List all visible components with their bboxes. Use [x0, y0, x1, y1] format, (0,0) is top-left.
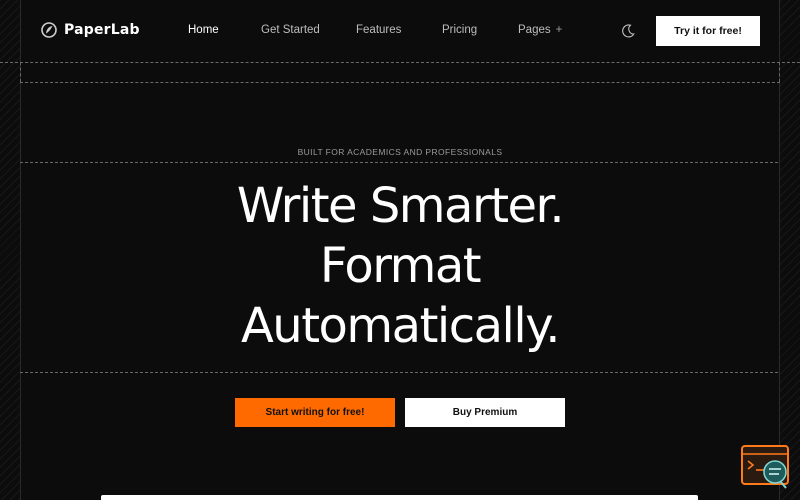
paperlab-logo-icon	[41, 22, 57, 38]
divider-top	[0, 62, 800, 63]
start-writing-button[interactable]: Start writing for free!	[235, 398, 395, 427]
plus-icon: +	[555, 24, 563, 36]
hero-headline: Write Smarter. Format Automatically.	[0, 176, 800, 356]
divider-right-tick	[779, 62, 780, 82]
nav-link-pages-label: Pages	[518, 24, 551, 36]
nav-link-home[interactable]: Home	[188, 24, 219, 36]
nav-link-get-started[interactable]: Get Started	[261, 24, 320, 36]
hero-eyebrow: BUILT FOR ACADEMICS AND PROFESSIONALS	[297, 147, 503, 157]
moon-icon[interactable]	[620, 23, 636, 39]
divider-header-bottom	[20, 82, 780, 83]
brand-name: PaperLab	[64, 22, 140, 38]
nav-link-features[interactable]: Features	[356, 24, 401, 36]
divider-eyebrow	[20, 162, 778, 163]
headline-line: Automatically.	[240, 298, 561, 354]
nav-link-pages[interactable]: Pages +	[518, 24, 562, 36]
nav-link-pricing[interactable]: Pricing	[442, 24, 477, 36]
top-navigation: PaperLab Home Get Started Features Prici…	[0, 0, 800, 62]
headline-line: Format	[319, 238, 482, 294]
headline-line: Write Smarter.	[236, 178, 565, 234]
buy-premium-button[interactable]: Buy Premium	[405, 398, 565, 427]
divider-left-tick	[20, 62, 21, 82]
divider-headline	[20, 372, 778, 373]
product-preview	[101, 495, 698, 500]
terminal-chat-icon[interactable]	[740, 444, 792, 490]
try-free-button[interactable]: Try it for free!	[656, 16, 760, 46]
brand-logo[interactable]: PaperLab	[41, 22, 140, 38]
